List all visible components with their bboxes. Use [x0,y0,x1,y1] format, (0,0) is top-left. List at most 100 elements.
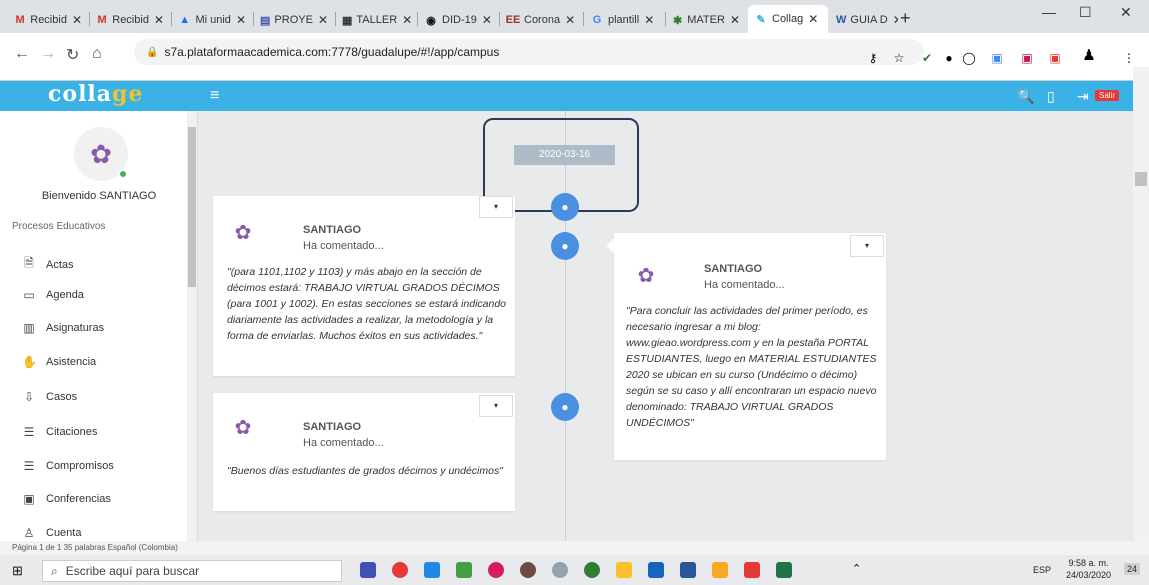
salir-button[interactable]: Salir [1095,90,1120,101]
app-icon[interactable] [456,562,472,578]
logout-icon[interactable]: ⇥ [1077,88,1089,105]
browser-menu-icon[interactable]: ⋮ [1122,51,1136,65]
sidebar-item-label: Actas [46,258,74,271]
sidebar-item-casos[interactable]: ⇩ Casos [22,390,77,404]
tab-close-icon[interactable]: ✕ [318,13,328,27]
tab-close-icon[interactable]: ✕ [72,13,82,27]
app-icon[interactable] [520,562,536,578]
home-icon[interactable]: ⌂ [92,45,102,63]
tab-label: Mi unid [195,14,231,26]
sidebar-item-agenda[interactable]: ▭ Agenda [22,288,84,302]
reload-icon[interactable]: ↻ [66,45,79,65]
tab-classroom[interactable]: ▦ TALLER ✕ [336,7,416,33]
classroom-icon: ▦ [342,14,353,27]
app-icon[interactable] [488,562,504,578]
post-options-dropdown[interactable]: ▾ [850,235,884,257]
tab-google[interactable]: G plantill ✕ [584,7,664,33]
page-scrollbar-thumb[interactable] [1135,172,1147,186]
tab-close-icon[interactable]: ✕ [808,12,818,26]
app-icon[interactable] [584,562,600,578]
tab-label: MATER [687,14,725,26]
app-icon[interactable] [616,562,632,578]
hamburger-menu-icon[interactable]: ≡ [210,87,219,105]
taskbar-clock[interactable]: 9:58 a. m. 24/03/2020 [1066,557,1111,581]
back-icon[interactable]: ← [14,45,30,63]
word-icon[interactable] [680,562,696,578]
tab-did19[interactable]: ◉ DID-19 ✕ [418,7,498,33]
maximize-icon[interactable]: ☐ [1079,4,1092,21]
conference-icon: ▣ [23,492,35,506]
sidebar-item-compromisos[interactable]: ☰ Compromisos [22,459,114,473]
site-icon: ◉ [426,14,436,27]
sidebar-item-actas[interactable]: 🗎 Actas [22,254,74,275]
taskbar-search[interactable]: ⌕ Escribe aquí para buscar [42,560,342,582]
sidebar-section-title: Procesos Educativos [12,221,106,232]
sidebar-item-cuenta[interactable]: ♙ Cuenta [22,526,82,540]
post-options-dropdown[interactable]: ▾ [479,196,513,218]
tab-close-icon[interactable]: ✕ [236,13,246,27]
extension-icon[interactable]: ▣ [990,51,1004,65]
tab-close-icon[interactable]: ✕ [644,13,654,27]
fullscreen-icon[interactable]: ▯ [1047,88,1055,105]
tray-icons[interactable]: ⌃ [852,562,868,578]
browser-toolbar: ← → ↻ ⌂ 🔒 s7a.plataformaacademica.com:77… [0,33,1149,81]
sidebar-item-label: Conferencias [46,493,111,505]
tab-word[interactable]: W GUIA D ✕ [830,7,898,33]
tab-corona[interactable]: EE Corona ✕ [500,7,582,33]
notifications-badge[interactable]: 24 [1124,563,1141,575]
user-avatar[interactable]: ✿ [74,127,128,181]
gmail-icon: M [15,14,25,26]
sidebar-item-asignaturas[interactable]: ▥ Asignaturas [22,321,104,335]
page-scrollbar[interactable] [1133,67,1149,552]
sidebar-item-citaciones[interactable]: ☰ Citaciones [22,425,98,439]
new-tab-button[interactable]: + [900,8,911,29]
extension-icon[interactable]: ▣ [1020,51,1034,65]
windows-start-icon[interactable]: ⊞ [12,563,23,579]
post-text: "Para concluir las actividades del prime… [626,305,877,429]
search-icon[interactable]: 🔍 [1017,88,1034,105]
key-icon[interactable]: ⚷ [866,51,880,65]
app-icon[interactable] [552,562,568,578]
tab-collage-active[interactable]: ✎ Collag ✕ [748,5,828,33]
extension-icon[interactable]: ◯ [962,51,976,65]
tab-material[interactable]: ✱ MATER ✕ [666,7,746,33]
extension-icon[interactable]: ✔ [920,51,934,65]
excel-icon[interactable] [776,562,792,578]
tab-close-icon[interactable]: ✕ [402,13,412,27]
tab-drive[interactable]: ▲ Mi unid ✕ [172,7,252,33]
tab-close-icon[interactable]: ✕ [565,13,575,27]
tab-close-icon[interactable]: ✕ [893,13,898,27]
tab-close-icon[interactable]: ✕ [154,13,164,27]
logo-text: colla [48,81,113,107]
collage-icon: ✎ [756,13,766,26]
language-indicator[interactable]: ESP [1033,565,1051,575]
file-explorer-icon[interactable] [712,562,728,578]
pdf-icon[interactable] [744,562,760,578]
window-close-icon[interactable]: ✕ [1120,4,1132,21]
chrome-icon[interactable] [392,562,408,578]
sidebar-item-asistencia[interactable]: ✋ Asistencia [22,355,96,369]
address-bar[interactable]: 🔒 s7a.plataformaacademica.com:7778/guada… [134,39,924,65]
tab-close-icon[interactable]: ✕ [482,13,492,27]
minimize-icon[interactable]: — [1042,4,1056,20]
taskview-icon[interactable] [360,562,376,578]
r-studio-icon[interactable] [648,562,664,578]
app-icon[interactable] [424,562,440,578]
tab-gmail-2[interactable]: M Recibid ✕ [90,7,170,33]
bookmark-star-icon[interactable]: ☆ [892,51,906,65]
tab-forms[interactable]: ▤ PROYE ✕ [254,7,334,33]
collage-logo[interactable]: collage [48,81,143,111]
tab-gmail-1[interactable]: M Recibid ✕ [8,7,88,33]
extension-icon[interactable]: ● [942,51,956,65]
tab-close-icon[interactable]: ✕ [730,13,740,27]
post-options-dropdown[interactable]: ▾ [479,395,513,417]
tab-label: plantill [608,14,640,26]
post-action: Ha comentado... [303,437,384,449]
sidebar-item-conferencias[interactable]: ▣ Conferencias [22,492,111,506]
sidebar-item-label: Asistencia [46,356,97,368]
sidebar-item-label: Compromisos [46,460,114,472]
extension-icon[interactable]: ▣ [1048,51,1062,65]
profile-avatar-icon[interactable]: ♟ [1082,48,1096,63]
sidebar-scrollbar-thumb[interactable] [188,127,196,287]
forward-icon[interactable]: → [40,45,56,63]
